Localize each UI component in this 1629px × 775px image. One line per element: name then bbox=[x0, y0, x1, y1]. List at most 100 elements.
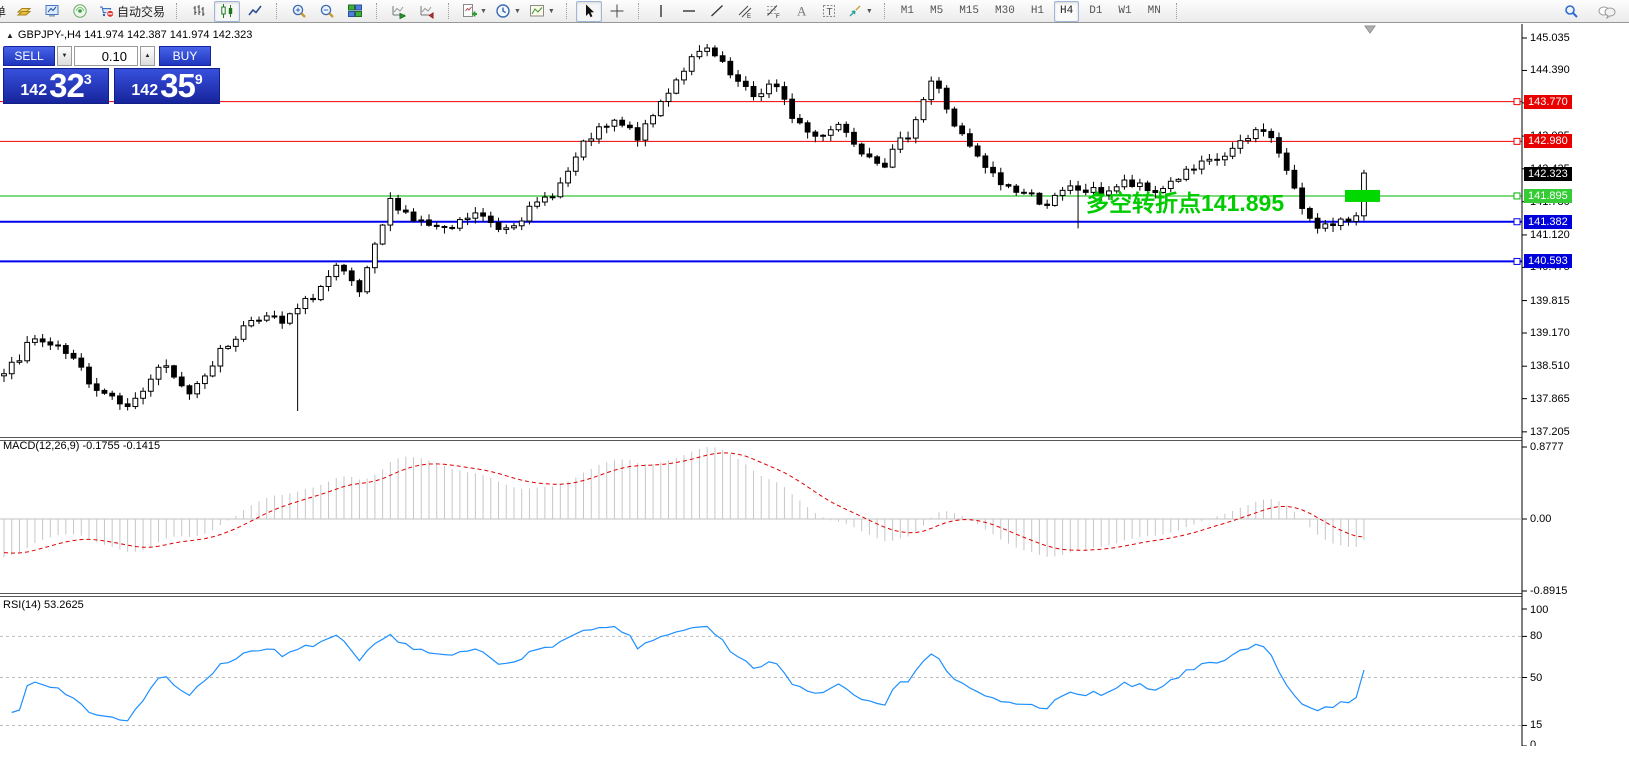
horizontal-line-icon[interactable] bbox=[676, 1, 702, 22]
timeframe-m15[interactable]: M15 bbox=[953, 1, 985, 22]
zoom-in-icon[interactable] bbox=[286, 1, 312, 22]
axis-tick-label: 139.815 bbox=[1530, 294, 1570, 307]
buy-button[interactable]: BUY bbox=[159, 46, 211, 66]
window-bottom-strip bbox=[0, 746, 1629, 775]
vertical-line-icon[interactable] bbox=[648, 1, 674, 22]
new-order-button[interactable]: 单 bbox=[0, 3, 8, 20]
axis-tick-label: 138.510 bbox=[1530, 360, 1570, 373]
highlight-rectangle-object[interactable] bbox=[1345, 189, 1380, 202]
cursor-group bbox=[573, 0, 633, 23]
price-level-badge-141.382: 141.382 bbox=[1524, 214, 1572, 229]
axis-tick-label: 139.170 bbox=[1530, 327, 1570, 339]
symbol-header: ▲ GBPJPY-,H4 141.974 142.387 141.974 142… bbox=[6, 29, 252, 41]
sell-price-button[interactable]: 142 32 3 bbox=[3, 68, 109, 104]
axis-tick-label: 145.035 bbox=[1530, 32, 1570, 44]
timeframe-group: M1 M5 M15 M30 H1 H4 D1 W1 MN bbox=[891, 0, 1171, 23]
chart-shift-icon[interactable] bbox=[414, 1, 440, 22]
cursor-icon[interactable] bbox=[575, 0, 602, 22]
timeframe-m1[interactable]: M1 bbox=[895, 1, 920, 22]
current-price-badge: 142.323 bbox=[1524, 167, 1572, 182]
buy-price-big: 35 bbox=[160, 67, 196, 104]
zoom-group bbox=[283, 0, 371, 23]
line-endpoint-square bbox=[1513, 137, 1521, 145]
volume-decrease-button[interactable]: ▼ bbox=[57, 46, 72, 66]
bar-chart-icon[interactable] bbox=[186, 1, 212, 22]
svg-text:F: F bbox=[776, 14, 780, 19]
buy-price-button[interactable]: 142 35 9 bbox=[114, 68, 220, 104]
templates-icon-dropdown-arrow[interactable]: ▼ bbox=[548, 8, 555, 15]
crosshair-icon[interactable] bbox=[604, 1, 630, 22]
collapse-panel-arrow[interactable]: ▲ bbox=[6, 31, 14, 40]
toolbar-separator bbox=[376, 3, 378, 19]
sell-price-big: 32 bbox=[49, 67, 85, 104]
trendline-icon[interactable] bbox=[704, 1, 730, 22]
line-endpoint-square bbox=[1513, 98, 1521, 106]
search-icon[interactable] bbox=[1558, 1, 1584, 22]
sell-price-prefix: 142 bbox=[20, 82, 48, 99]
periods-icon-dropdown-arrow[interactable]: ▼ bbox=[514, 8, 521, 15]
svg-text:T: T bbox=[826, 7, 832, 18]
metaeditor-icon[interactable] bbox=[39, 1, 65, 22]
axis-tick-label: 100 bbox=[1530, 604, 1549, 616]
gold-bars-icon[interactable] bbox=[11, 1, 37, 22]
chart-area: ▲ GBPJPY-,H4 141.974 142.387 141.974 142… bbox=[0, 24, 1629, 775]
axis-tick-label: 50 bbox=[1530, 671, 1543, 684]
tile-windows-icon[interactable] bbox=[342, 1, 368, 22]
mt4-window: 单 自动交易 ▼ ▼ ▼ E F A T ▼ M1 M5 M15 M30 H1 H4 D1 W1 MN ▲ GBP… bbox=[0, 0, 1629, 775]
one-click-trading-panel: SELL ▼ ▲ BUY 142 32 3 142 35 9 bbox=[3, 46, 221, 104]
axis-tick-label: 80 bbox=[1530, 630, 1543, 643]
text-label-icon[interactable]: T bbox=[816, 1, 842, 22]
indicators-icon[interactable]: ▼ bbox=[458, 1, 490, 22]
toolbar-separator bbox=[565, 3, 568, 19]
signals-icon[interactable] bbox=[67, 1, 93, 22]
timeframe-mn[interactable]: MN bbox=[1142, 1, 1167, 22]
candlestick-icon[interactable] bbox=[214, 0, 241, 22]
line-chart-icon[interactable] bbox=[242, 1, 268, 22]
macd-label: MACD(12,26,9) -0.1755 -0.1415 bbox=[3, 440, 161, 452]
autotrading-button[interactable]: 自动交易 bbox=[95, 1, 168, 22]
arrows-icon[interactable]: ▼ bbox=[844, 1, 876, 22]
timeframe-m5[interactable]: M5 bbox=[924, 1, 949, 22]
chat-icon[interactable] bbox=[1594, 1, 1620, 22]
equidistant-channel-icon[interactable]: E bbox=[732, 1, 758, 22]
templates-icon[interactable]: ▼ bbox=[526, 1, 558, 22]
timeframe-m30[interactable]: M30 bbox=[989, 1, 1021, 22]
timeframe-h4[interactable]: H4 bbox=[1054, 0, 1080, 22]
timeframe-d1[interactable]: D1 bbox=[1083, 1, 1108, 22]
objects-group: E F A T ▼ bbox=[645, 0, 879, 23]
annotation-text-object[interactable]: 多空转折点141.895 bbox=[1086, 184, 1284, 218]
volume-input[interactable] bbox=[74, 46, 138, 66]
buy-price-prefix: 142 bbox=[131, 82, 159, 99]
price-level-badge-142.980: 142.980 bbox=[1524, 134, 1572, 149]
auto-scroll-icon[interactable] bbox=[386, 1, 412, 22]
autotrading-button-label: 自动交易 bbox=[117, 4, 166, 19]
chart-canvas[interactable] bbox=[0, 24, 1629, 775]
zoom-out-icon[interactable] bbox=[314, 1, 340, 22]
sell-price-sup: 3 bbox=[83, 71, 92, 87]
axis-tick-label: 137.205 bbox=[1530, 425, 1570, 438]
axis-tick-label: 144.390 bbox=[1530, 64, 1570, 77]
arrows-icon-dropdown-arrow[interactable]: ▼ bbox=[866, 8, 873, 15]
price-level-badge-141.895: 141.895 bbox=[1524, 188, 1572, 203]
periods-icon[interactable]: ▼ bbox=[492, 1, 524, 22]
chart-type-group bbox=[183, 0, 271, 23]
toolbar-separator bbox=[1175, 3, 1178, 19]
chart-shift-marker[interactable] bbox=[1364, 25, 1376, 34]
toolbar-separator bbox=[637, 3, 640, 19]
axis-tick-label: 15 bbox=[1530, 719, 1543, 732]
sell-button[interactable]: SELL bbox=[3, 46, 55, 66]
line-endpoint-square bbox=[1513, 218, 1521, 226]
toolbar-separator bbox=[276, 3, 278, 19]
indicators-icon-dropdown-arrow[interactable]: ▼ bbox=[480, 8, 487, 15]
rsi-label: RSI(14) 53.2625 bbox=[3, 599, 84, 611]
svg-text:E: E bbox=[747, 14, 751, 19]
timeframe-h1[interactable]: H1 bbox=[1025, 1, 1050, 22]
volume-increase-button[interactable]: ▲ bbox=[140, 46, 155, 66]
buy-price-sup: 9 bbox=[194, 71, 203, 87]
text-icon[interactable]: A bbox=[788, 1, 814, 22]
timeframe-w1[interactable]: W1 bbox=[1112, 1, 1137, 22]
file-group: 自动交易 bbox=[8, 0, 171, 23]
fibonacci-icon[interactable]: F bbox=[760, 1, 786, 22]
rsi-line bbox=[11, 625, 1365, 722]
scroll-group bbox=[383, 0, 443, 23]
